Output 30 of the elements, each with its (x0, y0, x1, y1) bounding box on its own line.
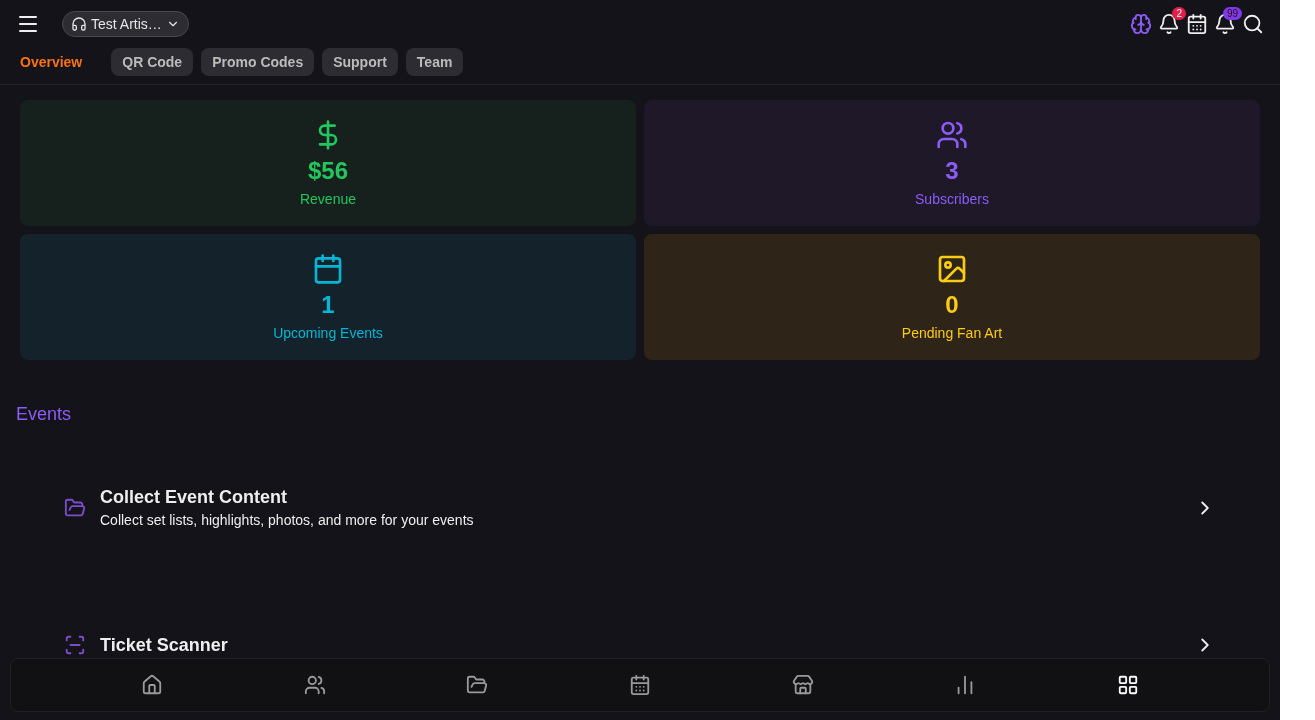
stat-label: Subscribers (915, 191, 989, 207)
tab[interactable]: Support (322, 48, 398, 76)
stat-value: $56 (307, 157, 348, 185)
notification-badge: 2 (1172, 7, 1186, 20)
stat-value: 0 (945, 291, 959, 319)
stat-label: Pending Fan Art (901, 325, 1003, 341)
action-title[interactable]: Collect Event Content (100, 487, 1180, 508)
stat-label: Upcoming Events (273, 325, 383, 341)
search-icon[interactable] (1242, 13, 1264, 35)
headphones-icon (71, 16, 87, 32)
stat-value: 1 (321, 291, 335, 319)
brain-icon[interactable] (1130, 13, 1152, 35)
folder-icon (64, 496, 86, 519)
artist-selector[interactable]: Test Artis… (62, 11, 189, 37)
calendar-icon (312, 253, 344, 285)
alerts-badge: 99 (1222, 7, 1242, 20)
tab[interactable]: Overview (20, 48, 94, 76)
tab[interactable]: Promo Codes (201, 48, 315, 76)
section-title: Events (16, 404, 73, 425)
people-icon (936, 119, 968, 151)
action-description: Collect set lists, highlights, photos, and more for your events (100, 512, 475, 528)
image-icon (936, 253, 968, 285)
notifications-button[interactable]: 2 (1158, 7, 1186, 35)
calendar-icon[interactable] (1186, 13, 1208, 35)
tab[interactable]: QR Code (111, 48, 194, 76)
scan-icon (64, 634, 86, 656)
action-title[interactable]: Ticket Scanner (100, 634, 1180, 656)
tab[interactable]: Team (405, 48, 464, 76)
stat-label: Revenue (299, 191, 356, 207)
stat-value: 3 (945, 157, 959, 185)
